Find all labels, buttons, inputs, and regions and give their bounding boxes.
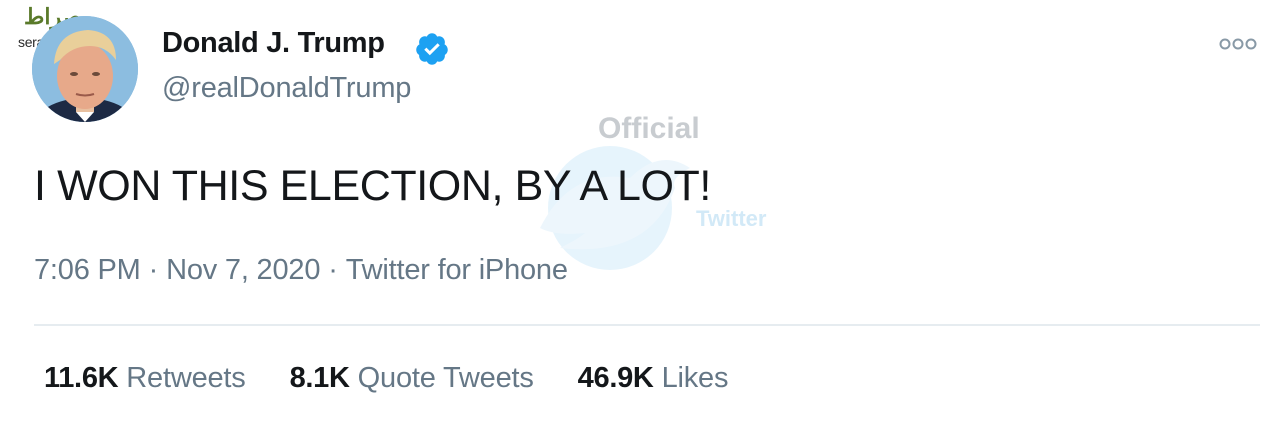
quote-tweets-label: Quote Tweets <box>357 362 534 394</box>
quote-tweets-count: 8.1K <box>289 362 350 394</box>
likes-count: 46.9K <box>577 362 654 394</box>
verified-badge-icon <box>416 33 448 65</box>
watermark-text-top: Official <box>598 112 700 145</box>
likes-stat[interactable]: 46.9K Likes <box>578 362 729 395</box>
tweet-text: I WON THIS ELECTION, BY A LOT! <box>34 162 711 210</box>
tweet-time[interactable]: 7:06 PM <box>34 254 141 286</box>
divider <box>34 324 1260 326</box>
meta-separator: · <box>148 254 159 286</box>
tweet-client[interactable]: Twitter for iPhone <box>346 254 568 286</box>
likes-label: Likes <box>661 362 729 394</box>
retweets-count: 11.6K <box>44 362 119 394</box>
meta-separator: · <box>328 254 338 286</box>
retweets-label: Retweets <box>126 362 246 394</box>
tweet-card: صراط seratnews.ir Donald J. Trump @realD… <box>0 0 1280 427</box>
tweet-date[interactable]: Nov 7, 2020 <box>166 254 320 286</box>
user-handle[interactable]: @realDonaldTrump <box>162 72 411 105</box>
display-name[interactable]: Donald J. Trump <box>162 27 385 60</box>
more-options-icon[interactable] <box>1218 36 1258 52</box>
tweet-meta: 7:06 PM · Nov 7, 2020 · Twitter for iPhone <box>34 254 568 287</box>
avatar[interactable] <box>32 16 138 122</box>
quote-tweets-stat[interactable]: 8.1K Quote Tweets <box>290 362 534 395</box>
retweets-stat[interactable]: 11.6K Retweets <box>44 362 246 395</box>
avatar-image <box>32 16 138 122</box>
tweet-stats: 11.6K Retweets 8.1K Quote Tweets 46.9K Like… <box>44 362 728 395</box>
